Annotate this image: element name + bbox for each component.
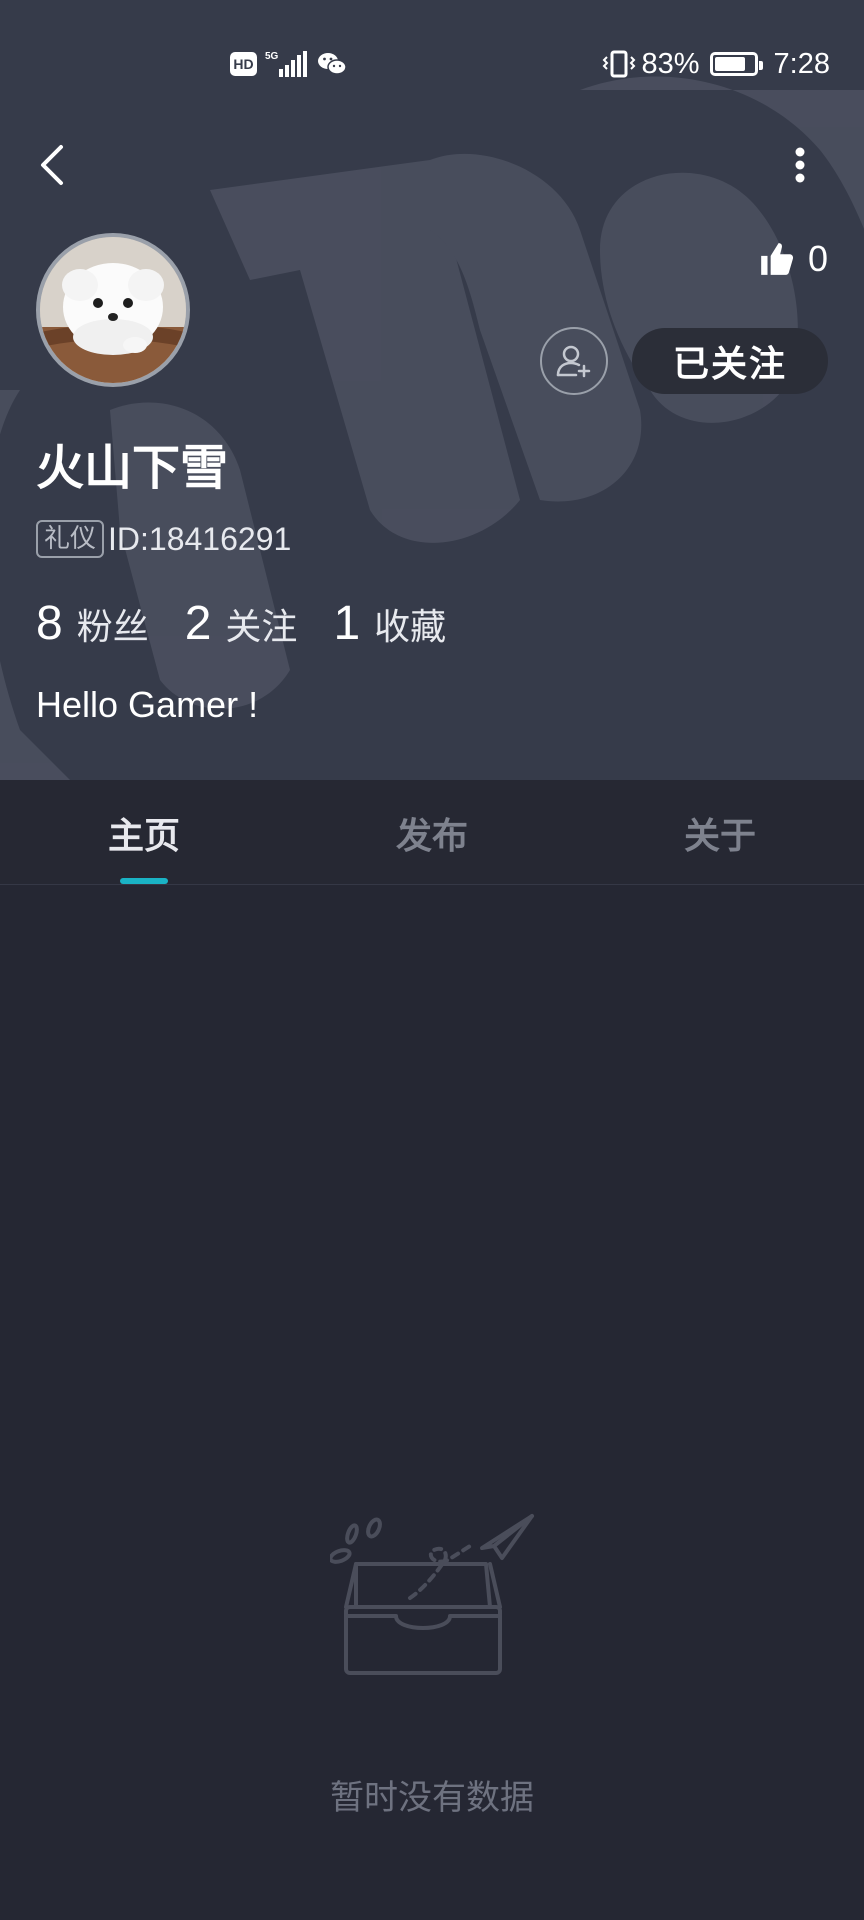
empty-inbox-icon	[330, 1514, 534, 1675]
avatar-image	[40, 237, 186, 383]
user-name: 火山下雪	[36, 440, 229, 496]
profile-header: HD 5G 83% 7:28 0 已关注 火山下雪 礼仪 ID:18416291…	[0, 0, 864, 780]
add-friend-icon	[556, 345, 591, 378]
active-tab-indicator	[120, 878, 168, 884]
stat-following[interactable]: 2 关注	[185, 596, 298, 651]
stat-fans-count: 8	[36, 597, 63, 650]
battery-fill	[714, 57, 746, 71]
more-vertical-icon	[795, 147, 805, 183]
watermark-logo	[0, 76, 864, 780]
tab-home[interactable]: 主页	[0, 780, 288, 885]
wechat-icon	[318, 53, 347, 75]
tab-bar: 主页 发布 关于	[0, 780, 864, 885]
user-id: ID:18416291	[108, 520, 292, 557]
stat-favorites-count: 1	[333, 597, 361, 650]
stat-favorites-label: 收藏	[374, 607, 447, 648]
empty-state-message: 暂时没有数据	[330, 1778, 534, 1818]
tab-posts[interactable]: 发布	[288, 780, 576, 885]
stat-fans-label: 粉丝	[76, 607, 149, 648]
stat-fans[interactable]: 8 粉丝	[36, 596, 149, 651]
likes-count: 0	[807, 238, 828, 279]
thumbs-up-icon	[761, 243, 794, 275]
back-button[interactable]	[30, 140, 74, 190]
signal-icon: 5G	[265, 51, 307, 77]
battery-percent: 83%	[641, 47, 700, 80]
more-options-button[interactable]	[780, 140, 820, 190]
avatar[interactable]	[36, 233, 190, 387]
stat-following-label: 关注	[225, 607, 298, 648]
add-friend-button[interactable]	[540, 327, 608, 395]
vibrate-icon	[602, 50, 635, 78]
svg-text:5G: 5G	[265, 51, 279, 62]
user-id-row: 礼仪 ID:18416291	[36, 518, 291, 560]
back-arrow-icon	[41, 145, 63, 185]
user-tag-badge: 礼仪	[36, 520, 105, 558]
hd-badge: HD	[230, 52, 257, 76]
stat-following-count: 2	[184, 597, 212, 650]
status-bar: HD 5G 83% 7:28	[0, 0, 864, 130]
battery-icon	[709, 52, 763, 76]
user-bio: Hello Gamer !	[36, 684, 259, 725]
stat-favorites[interactable]: 1 收藏	[333, 596, 446, 651]
stats-row: 8 粉丝 2 关注 1 收藏	[36, 596, 482, 656]
tab-about[interactable]: 关于	[576, 780, 864, 885]
like-counter[interactable]: 0	[758, 236, 828, 282]
clock-time: 7:28	[773, 47, 830, 80]
follow-button[interactable]: 已关注	[632, 328, 828, 394]
